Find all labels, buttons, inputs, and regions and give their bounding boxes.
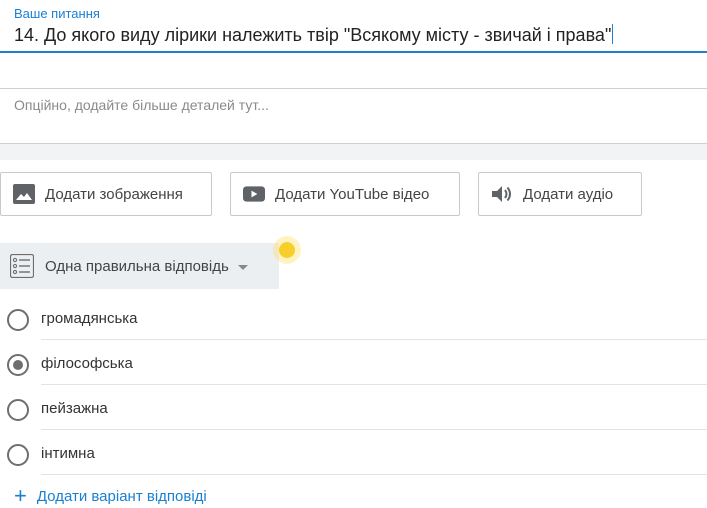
section-divider — [0, 144, 707, 160]
plus-icon: + — [14, 483, 27, 508]
list-icon — [10, 254, 34, 278]
add-youtube-label: Додати YouTube відео — [275, 185, 430, 203]
details-input[interactable]: Опційно, додайте більше деталей тут... — [0, 88, 707, 144]
answer-option: громадянська — [0, 300, 707, 340]
add-audio-label: Додати аудіо — [523, 185, 614, 203]
answer-option: пейзажна — [0, 390, 707, 430]
option-label[interactable]: інтимна — [41, 435, 707, 475]
answer-type-label: Одна правильна відповідь — [45, 257, 229, 275]
question-text: 14. До якого виду лірики належить твір "… — [14, 25, 612, 45]
add-youtube-button[interactable]: Додати YouTube відео — [230, 172, 460, 216]
option-radio[interactable] — [7, 354, 29, 376]
details-placeholder: Опційно, додайте більше деталей тут... — [14, 97, 269, 113]
add-image-button[interactable]: Додати зображення — [0, 172, 212, 216]
option-label[interactable]: пейзажна — [41, 390, 707, 430]
chevron-down-icon — [237, 264, 248, 270]
add-image-label: Додати зображення — [45, 185, 183, 203]
question-label: Ваше питання — [14, 6, 100, 21]
add-answer-label: Додати варіант відповіді — [36, 487, 207, 505]
answer-option: філософська — [0, 345, 707, 385]
answer-option: інтимна — [0, 435, 707, 475]
question-input[interactable]: 14. До якого виду лірики належить твір "… — [0, 20, 707, 53]
option-radio[interactable] — [7, 309, 29, 331]
add-answer-button[interactable]: + Додати варіант відповіді — [14, 483, 207, 508]
image-icon — [13, 183, 35, 205]
add-audio-button[interactable]: Додати аудіо — [478, 172, 642, 216]
speaker-icon — [491, 183, 513, 205]
text-caret — [612, 24, 614, 44]
youtube-icon — [243, 183, 265, 205]
option-radio[interactable] — [7, 444, 29, 466]
cursor-highlight — [273, 236, 301, 264]
option-label[interactable]: філософська — [41, 345, 707, 385]
answer-type-dropdown[interactable]: Одна правильна відповідь — [0, 243, 279, 289]
option-radio[interactable] — [7, 399, 29, 421]
option-label[interactable]: громадянська — [41, 300, 707, 340]
